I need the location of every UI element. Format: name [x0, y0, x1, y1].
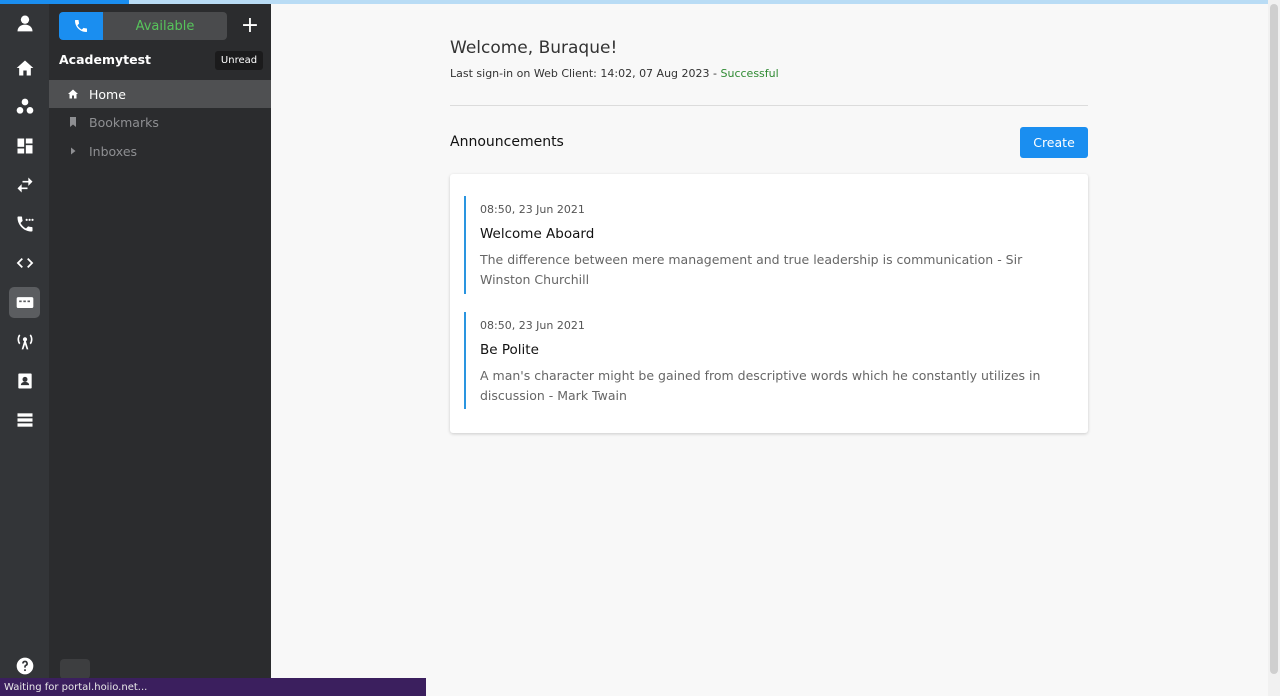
icon-rail: [0, 0, 49, 696]
sidebar-item-label: Home: [89, 86, 126, 102]
sidebar-item-home[interactable]: Home: [49, 80, 271, 108]
announcement-title: Be Polite: [480, 342, 539, 358]
announcement-body: The difference between mere management a…: [480, 252, 1023, 287]
caret-right-icon: [67, 145, 79, 157]
groups-icon[interactable]: [12, 94, 37, 119]
create-announcement-button[interactable]: Create: [1020, 127, 1088, 158]
page-load-progress-track: [0, 0, 1268, 4]
call-button[interactable]: [59, 12, 103, 40]
broadcast-icon[interactable]: [12, 328, 37, 353]
contacts-icon[interactable]: [12, 368, 37, 393]
last-signin-status: Successful: [720, 67, 779, 80]
sidebar: Available + Academytest Unread Home Book…: [49, 0, 271, 696]
sms-icon[interactable]: [9, 287, 40, 318]
bookmark-icon: [67, 116, 79, 128]
page-load-progress-fill: [0, 0, 130, 4]
list-icon[interactable]: [12, 407, 37, 432]
divider: [450, 105, 1088, 106]
dashboard-icon[interactable]: [12, 133, 37, 158]
availability-status-button[interactable]: Available: [103, 12, 227, 40]
user-icon[interactable]: [12, 10, 37, 35]
sidebar-item-label: Bookmarks: [89, 114, 159, 130]
announcement-date: 08:50, 23 Jun 2021: [480, 203, 585, 216]
announcement-date: 08:50, 23 Jun 2021: [480, 319, 585, 332]
announcement-body: A man's character might be gained from d…: [480, 368, 1041, 403]
announcement-title: Welcome Aboard: [480, 226, 595, 242]
home-icon: [67, 88, 79, 100]
main-content: Welcome, Buraque! Last sign-in on Web Cl…: [271, 0, 1268, 696]
sidebar-footer-button[interactable]: [60, 659, 90, 679]
scrollbar-thumb[interactable]: [1270, 4, 1278, 674]
welcome-heading: Welcome, Buraque!: [450, 38, 618, 58]
phone-icon: [75, 20, 87, 32]
announcement-item: 08:50, 23 Jun 2021 Be Polite A man's cha…: [464, 312, 1074, 409]
browser-status-bar: Waiting for portal.hoiio.net...: [0, 678, 426, 696]
announcements-title: Announcements: [450, 134, 564, 150]
announcements-card: 08:50, 23 Jun 2021 Welcome Aboard The di…: [450, 174, 1088, 433]
phone-dots-icon[interactable]: [12, 211, 37, 236]
announcement-item: 08:50, 23 Jun 2021 Welcome Aboard The di…: [464, 196, 1074, 294]
last-signin-info: Last sign-in on Web Client: 14:02, 07 Au…: [450, 67, 779, 80]
code-icon[interactable]: [12, 250, 37, 275]
last-signin-text: Last sign-in on Web Client: 14:02, 07 Au…: [450, 67, 721, 80]
unread-filter-button[interactable]: Unread: [215, 51, 263, 70]
org-name: Academytest: [59, 52, 151, 67]
sidebar-item-bookmarks[interactable]: Bookmarks: [49, 108, 271, 136]
transfer-icon[interactable]: [12, 172, 37, 197]
home-icon[interactable]: [12, 55, 37, 80]
sidebar-item-label: Inboxes: [89, 143, 138, 159]
help-icon[interactable]: [12, 653, 37, 678]
sidebar-item-inboxes[interactable]: Inboxes: [49, 137, 271, 165]
add-button[interactable]: +: [240, 14, 260, 38]
